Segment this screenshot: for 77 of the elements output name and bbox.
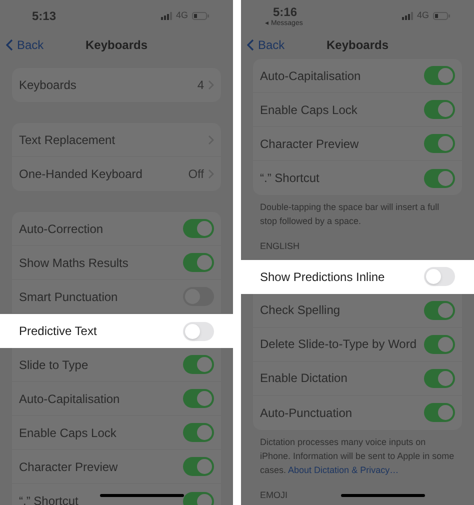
row-label: Auto-Capitalisation [19, 390, 120, 408]
row-label: Text Replacement [19, 132, 116, 148]
settings-row[interactable]: Slide to Type [12, 348, 221, 382]
row-label: Keyboards [19, 77, 76, 94]
back-button[interactable]: Back [247, 36, 285, 54]
settings-row[interactable]: Keyboards 4 [12, 68, 221, 102]
signal-icon [160, 12, 172, 20]
toggle-switch[interactable] [424, 300, 455, 320]
back-button[interactable]: Back [6, 36, 44, 54]
row-label: Delete Slide-to-Type by Word [260, 336, 417, 353]
section-footer: Double-tapping the space bar will insert a full stop followed by a space. [241, 195, 474, 228]
row-label: Enable Caps Lock [260, 102, 358, 118]
toggle-switch[interactable] [183, 253, 214, 272]
settings-row[interactable]: Text Replacement [12, 123, 221, 157]
toggle-switch[interactable] [424, 334, 455, 354]
row-label: Auto-Correction [19, 220, 104, 238]
settings-row[interactable]: “.” Shortcut [253, 161, 462, 195]
toggle-switch[interactable] [183, 492, 214, 505]
row-label: One-Handed Keyboard [19, 166, 142, 183]
row-value: Off [188, 166, 204, 183]
toggle-switch[interactable] [424, 168, 455, 188]
row-label: Character Preview [260, 136, 359, 152]
section-header: ENGLISH [260, 240, 300, 253]
settings-row[interactable]: Enable Caps Lock [12, 416, 221, 450]
chevron-left-icon [6, 39, 13, 51]
toggle-switch[interactable] [424, 100, 455, 119]
settings-row[interactable]: Enable Dictation [253, 362, 462, 396]
row-label: Predictive Text [19, 323, 97, 340]
settings-row[interactable]: Delete Slide-to-Type by Word [253, 328, 462, 362]
settings-row[interactable]: Check Spelling [253, 294, 462, 328]
row-label: “.” Shortcut [19, 493, 78, 505]
toggle-switch[interactable] [183, 423, 214, 442]
row-label: Slide to Type [19, 356, 88, 374]
row-label: Show Maths Results [19, 254, 128, 272]
toggle-switch[interactable] [424, 368, 455, 388]
row-label: Enable Caps Lock [19, 424, 116, 442]
settings-row[interactable]: “.” Shortcut [12, 484, 221, 505]
settings-row[interactable]: One-Handed Keyboard Off [12, 157, 221, 191]
settings-row[interactable]: Enable Caps Lock [253, 93, 462, 127]
privacy-link[interactable]: About Dictation & Privacy… [288, 464, 399, 474]
toggle-switch[interactable] [183, 219, 214, 238]
row-label: “.” Shortcut [260, 170, 320, 187]
settings-row[interactable]: Auto-Capitalisation [253, 59, 462, 93]
settings-row[interactable]: Character Preview [12, 450, 221, 484]
signal-icon [402, 12, 413, 20]
toggle-switch[interactable] [424, 66, 455, 85]
row-value: 4 [197, 77, 204, 94]
settings-row[interactable]: Predictive Text [0, 314, 233, 348]
battery-icon [433, 12, 450, 20]
settings-row[interactable]: Show Maths Results [12, 246, 221, 280]
nav-title: Keyboards [326, 37, 389, 54]
status-time: 5:13 [31, 10, 56, 22]
toggle-switch[interactable] [424, 134, 455, 153]
toggle-switch[interactable] [183, 322, 214, 340]
status-time: 5:16 [272, 6, 298, 18]
toggle-switch[interactable] [183, 389, 214, 408]
toggle-switch[interactable] [424, 267, 455, 286]
battery-icon [192, 12, 209, 20]
row-label: Check Spelling [260, 302, 340, 319]
row-label: Character Preview [19, 458, 118, 476]
row-label: Enable Dictation [260, 370, 348, 387]
chevron-left-icon [247, 39, 254, 51]
row-label: Auto-Punctuation [260, 404, 352, 422]
toggle-switch[interactable] [424, 403, 455, 422]
nav-title: Keyboards [85, 37, 148, 54]
settings-row[interactable]: Character Preview [253, 127, 462, 161]
settings-row[interactable]: Show Predictions Inline [241, 260, 474, 294]
settings-row[interactable]: Auto-Correction [12, 212, 221, 246]
section-header: EMOJI [260, 488, 288, 502]
toggle-switch[interactable] [183, 355, 214, 374]
toggle-switch[interactable] [183, 457, 214, 476]
row-label: Auto-Capitalisation [260, 68, 361, 84]
section-footer: Dictation processes many voice inputs on iPhone. Information will be sent to Apple in some cases. About Dictation & Privacy… [241, 430, 474, 476]
settings-row[interactable]: Auto-Capitalisation [12, 382, 221, 416]
row-label: Show Predictions Inline [260, 268, 385, 286]
row-label: Smart Punctuation [19, 288, 118, 306]
settings-row[interactable]: Auto-Punctuation [253, 396, 462, 430]
